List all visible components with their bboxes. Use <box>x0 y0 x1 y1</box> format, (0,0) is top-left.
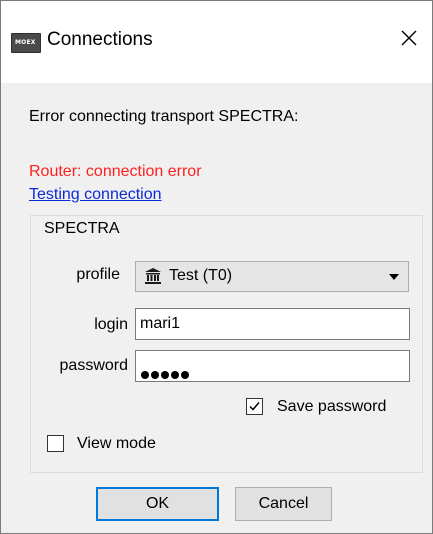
password-dot <box>151 371 159 379</box>
window-title: Connections <box>47 29 153 50</box>
password-dot <box>161 371 169 379</box>
bank-building-icon <box>145 268 161 284</box>
password-label: password <box>59 357 128 374</box>
view-mode-label[interactable]: View mode <box>77 435 156 453</box>
close-button[interactable] <box>386 15 432 61</box>
app-logo-text: MOEX <box>15 39 36 46</box>
view-mode-checkbox[interactable] <box>47 435 64 452</box>
close-icon <box>401 30 417 46</box>
profile-label: profile <box>76 266 120 283</box>
password-dot <box>181 371 189 379</box>
password-dot <box>141 371 149 379</box>
testing-connection-link[interactable]: Testing connection <box>29 186 162 204</box>
error-message: Error connecting transport SPECTRA: <box>29 108 299 125</box>
password-dot <box>171 371 179 379</box>
cancel-button[interactable]: Cancel <box>235 487 332 521</box>
ok-button[interactable]: OK <box>96 487 219 521</box>
connections-dialog: MOEX Connections Error connecting transp… <box>0 0 433 534</box>
dialog-content: Error connecting transport SPECTRA: Rout… <box>1 83 432 533</box>
login-input[interactable] <box>135 308 410 340</box>
password-mask <box>141 371 189 379</box>
checkmark-icon <box>249 402 260 411</box>
profile-value: Test (T0) <box>169 267 233 284</box>
app-logo-icon: MOEX <box>11 33 41 53</box>
save-password-checkbox[interactable] <box>246 398 263 415</box>
login-label: login <box>94 316 128 333</box>
profile-dropdown[interactable]: Test (T0) <box>135 261 409 292</box>
group-title: SPECTRA <box>41 220 123 238</box>
title-bar: MOEX Connections <box>1 1 432 83</box>
chevron-down-icon <box>389 274 399 280</box>
save-password-label[interactable]: Save password <box>277 398 386 416</box>
router-error-message: Router: connection error <box>29 163 202 180</box>
